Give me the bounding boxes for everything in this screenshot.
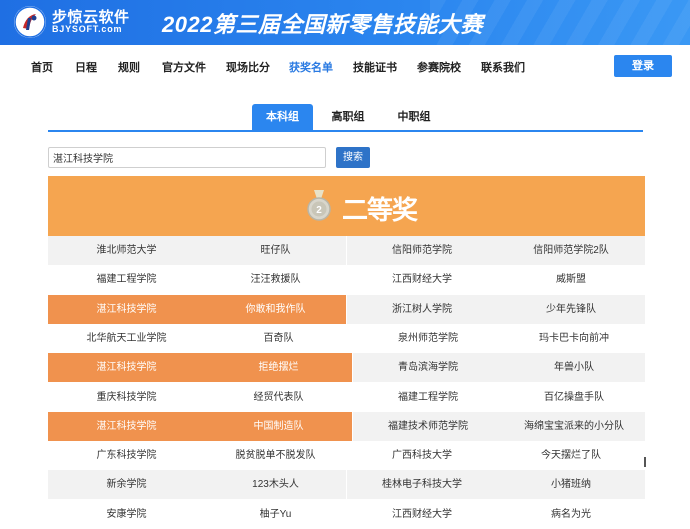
school-name: 福建工程学院: [398, 392, 458, 403]
team-name: 年兽小队: [554, 362, 594, 373]
school-name: 浙江树人学院: [392, 304, 452, 315]
team-name: 脱贫脱单不脱发队: [235, 450, 316, 461]
brand-logo-icon[interactable]: [14, 6, 46, 38]
award-header: 2 二等奖: [48, 176, 645, 236]
nav-item-schools[interactable]: 参赛院校: [417, 59, 461, 75]
school-name: 广东科技学院: [96, 450, 157, 461]
table-row: 湛江科技学院 你敢和我作队 浙江树人学院 少年先锋队: [0, 295, 690, 324]
table-row: 广东科技学院 脱贫脱单不脱发队 广西科技大学 今天摆烂了队: [0, 441, 690, 470]
nav-item-official-docs[interactable]: 官方文件: [162, 59, 206, 75]
main-nav: 首页 日程 规则 官方文件 现场比分 获奖名单 技能证书 参赛院校 联系我们 登…: [0, 45, 690, 87]
team-name: 拒绝摆烂: [258, 362, 299, 373]
nav-item-schedule[interactable]: 日程: [75, 59, 97, 75]
team-name: 少年先锋队: [546, 304, 596, 315]
award-title: 二等奖: [342, 195, 418, 225]
school-name: 湛江科技学院: [96, 362, 157, 373]
login-button[interactable]: 登录: [614, 55, 672, 77]
school-name: 湛江科技学院: [96, 304, 157, 315]
tab-secondary-vocational[interactable]: 中职组: [384, 104, 444, 130]
school-name: 江西财经大学: [392, 509, 452, 520]
brand-domain: BJYSOFT.com: [52, 24, 123, 34]
nav-item-certificates[interactable]: 技能证书: [353, 59, 397, 75]
school-name: 新余学院: [106, 479, 147, 490]
team-name: 123木头人: [252, 479, 299, 490]
team-name: 病名为光: [551, 509, 591, 520]
school-name: 北华航天工业学院: [86, 333, 167, 344]
school-name: 江西财经大学: [392, 274, 452, 285]
team-name: 玛卡巴卡向前冲: [539, 333, 609, 344]
medal-number: 2: [316, 205, 322, 216]
table-row: 安康学院 柚子Yu 江西财经大学 病名为光: [0, 500, 690, 529]
team-name: 信阳师范学院2队: [533, 245, 609, 256]
school-name: 泉州师范学院: [398, 333, 458, 344]
team-name: 中国制造队: [253, 421, 304, 432]
table-row: 福建工程学院 汪汪救援队 江西财经大学 威斯盟: [0, 265, 690, 294]
scroll-indicator[interactable]: [644, 457, 646, 467]
tab-higher-vocational[interactable]: 高职组: [318, 104, 378, 130]
nav-item-rules[interactable]: 规则: [118, 59, 140, 75]
school-name: 淮北师范大学: [96, 245, 157, 256]
search-button[interactable]: 搜索: [336, 147, 370, 168]
team-name: 你敢和我作队: [245, 304, 306, 315]
school-name: 信阳师范学院: [392, 245, 452, 256]
team-name: 旺仔队: [260, 245, 291, 256]
school-name: 安康学院: [106, 509, 147, 520]
search-input[interactable]: [48, 147, 326, 168]
nav-item-winners[interactable]: 获奖名单: [289, 59, 333, 75]
school-name: 福建工程学院: [96, 274, 157, 285]
silver-medal-icon: 2: [307, 190, 331, 221]
team-name: 百亿操盘手队: [544, 392, 604, 403]
school-name: 湛江科技学院: [96, 421, 157, 432]
header-banner: 步惊云软件 BJYSOFT.com 2022第三届全国新零售技能大赛: [0, 0, 690, 45]
table-row: 新余学院 123木头人 桂林电子科技大学 小猪班纳: [0, 470, 690, 499]
table-row: 湛江科技学院 拒绝摆烂 青岛滨海学院 年兽小队: [0, 353, 690, 382]
event-title: 2022第三届全国新零售技能大赛: [162, 12, 483, 37]
nav-item-home[interactable]: 首页: [31, 59, 53, 75]
school-name: 广西科技大学: [392, 450, 452, 461]
school-name: 福建技术师范学院: [388, 421, 468, 432]
table-row: 北华航天工业学院 百奇队 泉州师范学院 玛卡巴卡向前冲: [0, 324, 690, 353]
team-name: 柚子Yu: [259, 509, 292, 520]
team-name: 汪汪救援队: [250, 274, 301, 285]
table-row: 湛江科技学院 中国制造队 福建技术师范学院 海绵宝宝派来的小分队: [0, 412, 690, 441]
school-name: 重庆科技学院: [96, 392, 157, 403]
table-row: 淮北师范大学 旺仔队 信阳师范学院 信阳师范学院2队: [0, 236, 690, 265]
school-name: 桂林电子科技大学: [382, 479, 462, 490]
nav-item-live-score[interactable]: 现场比分: [226, 59, 270, 75]
nav-item-contact[interactable]: 联系我们: [481, 59, 525, 75]
group-tabs: 本科组 高职组 中职组: [48, 104, 643, 132]
school-name: 青岛滨海学院: [398, 362, 458, 373]
team-name: 威斯盟: [556, 274, 586, 285]
tab-undergraduate[interactable]: 本科组: [252, 104, 313, 130]
team-name: 百奇队: [263, 333, 294, 344]
team-name: 海绵宝宝派来的小分队: [524, 421, 624, 432]
table-row: 重庆科技学院 经贸代表队 福建工程学院 百亿操盘手队: [0, 383, 690, 412]
team-name: 今天摆烂了队: [541, 450, 601, 461]
team-name: 小猪班纳: [551, 479, 591, 490]
team-name: 经贸代表队: [253, 392, 304, 403]
